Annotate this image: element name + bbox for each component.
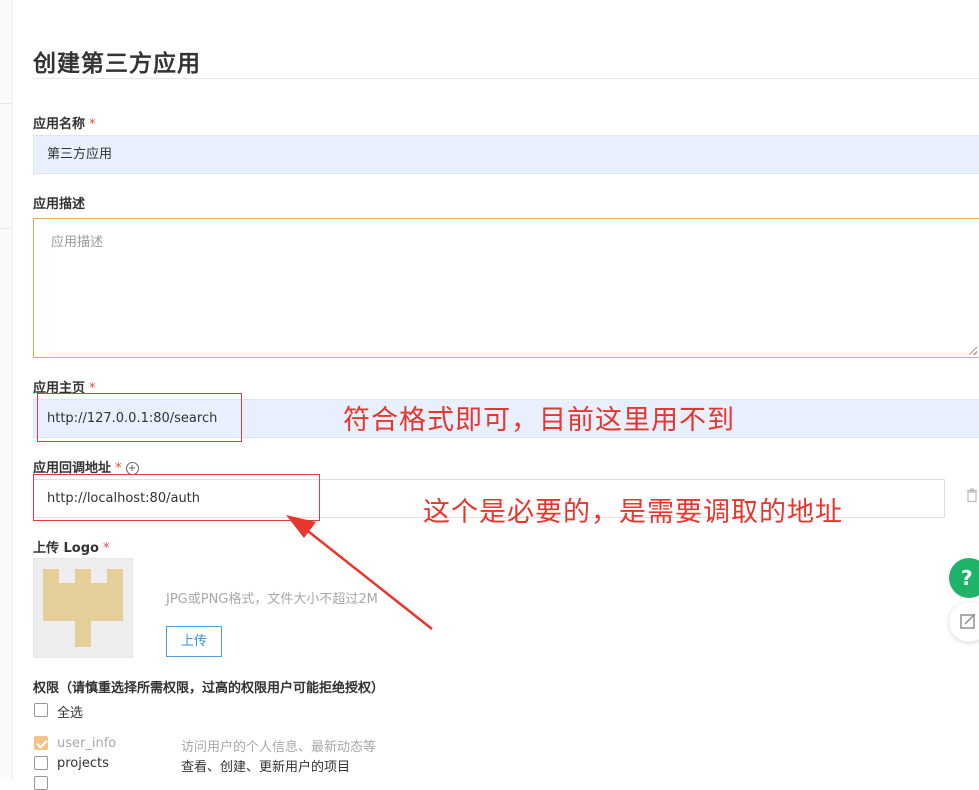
- feedback-button[interactable]: [949, 602, 979, 642]
- edit-icon: [960, 613, 976, 629]
- annotation-arrow-icon: [286, 515, 433, 630]
